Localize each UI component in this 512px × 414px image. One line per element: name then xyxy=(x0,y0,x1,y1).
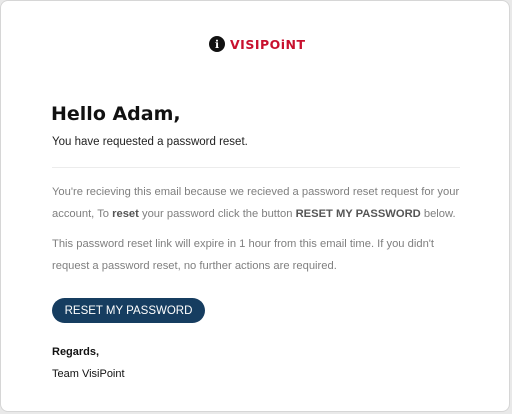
explanation-paragraph: You're recieving this email because we r… xyxy=(52,181,464,225)
request-subline: You have requested a password reset. xyxy=(52,136,248,148)
divider xyxy=(52,167,460,168)
greeting-heading: Hello Adam, xyxy=(51,103,181,125)
explanation-text-3: below. xyxy=(420,208,456,220)
team-signature: Team VisiPoint xyxy=(52,368,125,380)
explanation-bold-reset: reset xyxy=(112,208,139,220)
expiry-paragraph: This password reset link will expire in … xyxy=(52,238,435,272)
reset-password-button[interactable]: RESET MY PASSWORD xyxy=(52,298,205,323)
regards-text: Regards, xyxy=(52,346,100,358)
brand-logo: ℹ VISIPOiNT xyxy=(209,35,306,53)
brand-name: VISIPOiNT xyxy=(230,36,306,52)
email-container: ℹ VISIPOiNT Hello Adam, You have request… xyxy=(0,0,510,412)
info-mark-icon: ℹ xyxy=(209,36,225,52)
explanation-bold-button-name: RESET MY PASSWORD xyxy=(295,208,421,220)
explanation-text-2: your password click the button xyxy=(138,208,296,220)
